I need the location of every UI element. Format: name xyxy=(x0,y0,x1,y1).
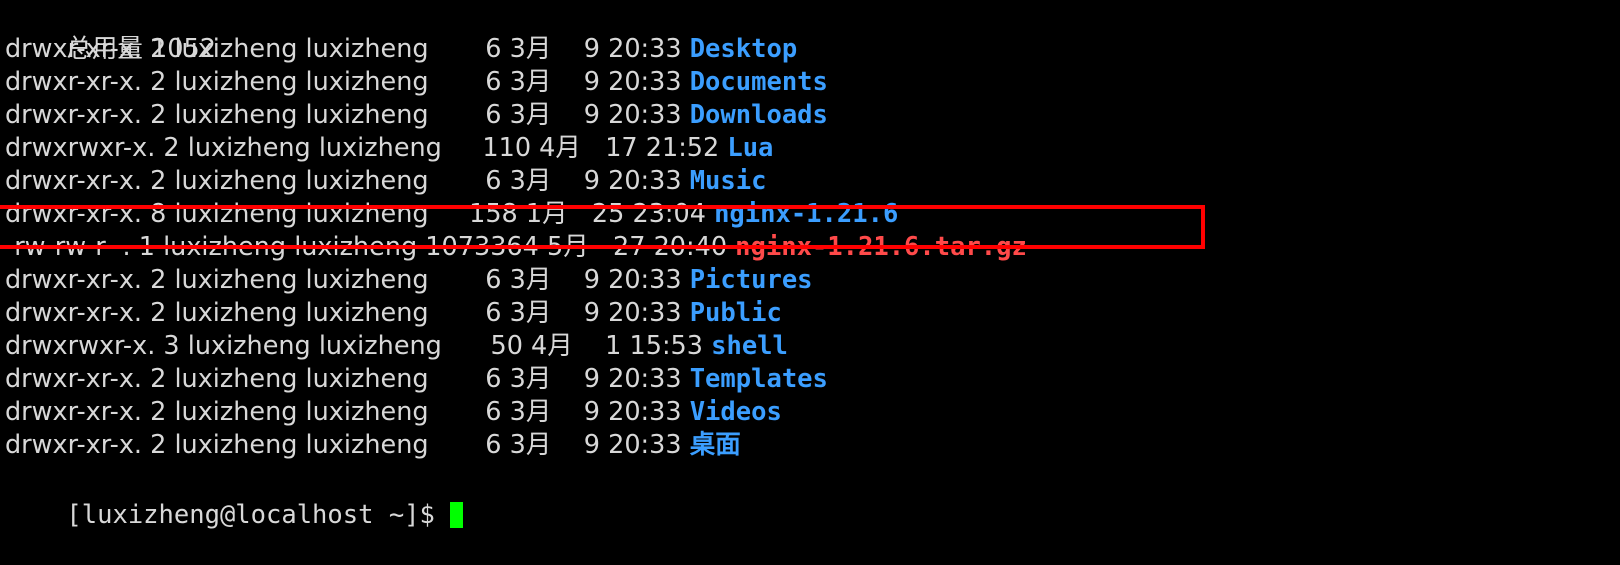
listing-row: drwxr-xr-x. 2 luxizheng luxizheng 6 3月 9… xyxy=(5,429,741,462)
listing-row: drwxrwxr-x. 2 luxizheng luxizheng 110 4月… xyxy=(5,132,773,165)
terminal-window[interactable]: 总用量 1052 drwxr-xr-x. 2 luxizheng luxizhe… xyxy=(0,0,1620,532)
listing-row-metadata: drwxr-xr-x. 2 luxizheng luxizheng 6 3月 9… xyxy=(5,166,690,196)
listing-row-metadata: drwxr-xr-x. 8 luxizheng luxizheng 158 1月… xyxy=(5,199,715,229)
listing-row: drwxrwxr-x. 3 luxizheng luxizheng 50 4月 … xyxy=(5,330,788,363)
listing-row-filename[interactable]: Music xyxy=(690,166,767,196)
listing-row: drwxr-xr-x. 2 luxizheng luxizheng 6 3月 9… xyxy=(5,33,797,66)
listing-row-filename[interactable]: Videos xyxy=(690,397,782,427)
listing-row: -rw-rw-r--. 1 luxizheng luxizheng 107336… xyxy=(5,231,1027,264)
listing-row-filename[interactable]: Lua xyxy=(727,133,773,163)
listing-row-filename[interactable]: shell xyxy=(711,331,788,361)
text-cursor xyxy=(450,502,464,528)
listing-row: drwxr-xr-x. 8 luxizheng luxizheng 158 1月… xyxy=(5,198,898,231)
shell-prompt-line[interactable]: [luxizheng@localhost ~]$ xyxy=(5,466,464,530)
listing-row-metadata: drwxr-xr-x. 2 luxizheng luxizheng 6 3月 9… xyxy=(5,298,690,328)
listing-row-metadata: drwxr-xr-x. 2 luxizheng luxizheng 6 3月 9… xyxy=(5,265,690,295)
listing-row-metadata: drwxr-xr-x. 2 luxizheng luxizheng 6 3月 9… xyxy=(5,34,690,64)
listing-row: drwxr-xr-x. 2 luxizheng luxizheng 6 3月 9… xyxy=(5,264,813,297)
listing-row-filename[interactable]: 桌面 xyxy=(690,430,741,460)
total-usage-line: 总用量 1052 xyxy=(5,0,216,64)
listing-row-metadata: drwxr-xr-x. 2 luxizheng luxizheng 6 3月 9… xyxy=(5,100,690,130)
listing-row-filename[interactable]: nginx-1.21.6 xyxy=(714,199,898,229)
listing-row-filename[interactable]: Downloads xyxy=(690,100,828,130)
listing-row: drwxr-xr-x. 2 luxizheng luxizheng 6 3月 9… xyxy=(5,66,828,99)
listing-row-filename[interactable]: Public xyxy=(690,298,782,328)
listing-row-metadata: drwxr-xr-x. 2 luxizheng luxizheng 6 3月 9… xyxy=(5,397,690,427)
listing-row-metadata: drwxr-xr-x. 2 luxizheng luxizheng 6 3月 9… xyxy=(5,430,690,460)
listing-row-filename[interactable]: Desktop xyxy=(690,34,797,64)
listing-row-metadata: -rw-rw-r--. 1 luxizheng luxizheng 107336… xyxy=(5,232,736,262)
listing-row-filename[interactable]: Templates xyxy=(690,364,828,394)
listing-row-metadata: drwxrwxr-x. 3 luxizheng luxizheng 50 4月 … xyxy=(5,331,712,361)
prompt-text: [luxizheng@localhost ~]$ xyxy=(66,500,451,530)
listing-row-filename[interactable]: Documents xyxy=(690,67,828,97)
listing-row-filename[interactable]: nginx-1.21.6.tar.gz xyxy=(735,232,1027,262)
listing-row: drwxr-xr-x. 2 luxizheng luxizheng 6 3月 9… xyxy=(5,363,828,396)
listing-row: drwxr-xr-x. 2 luxizheng luxizheng 6 3月 9… xyxy=(5,297,782,330)
listing-row: drwxr-xr-x. 2 luxizheng luxizheng 6 3月 9… xyxy=(5,99,828,132)
listing-row-filename[interactable]: Pictures xyxy=(690,265,813,295)
listing-row: drwxr-xr-x. 2 luxizheng luxizheng 6 3月 9… xyxy=(5,165,766,198)
listing-row-metadata: drwxr-xr-x. 2 luxizheng luxizheng 6 3月 9… xyxy=(5,364,690,394)
listing-row: drwxr-xr-x. 2 luxizheng luxizheng 6 3月 9… xyxy=(5,396,782,429)
listing-row-metadata: drwxrwxr-x. 2 luxizheng luxizheng 110 4月… xyxy=(5,133,728,163)
listing-row-metadata: drwxr-xr-x. 2 luxizheng luxizheng 6 3月 9… xyxy=(5,67,690,97)
